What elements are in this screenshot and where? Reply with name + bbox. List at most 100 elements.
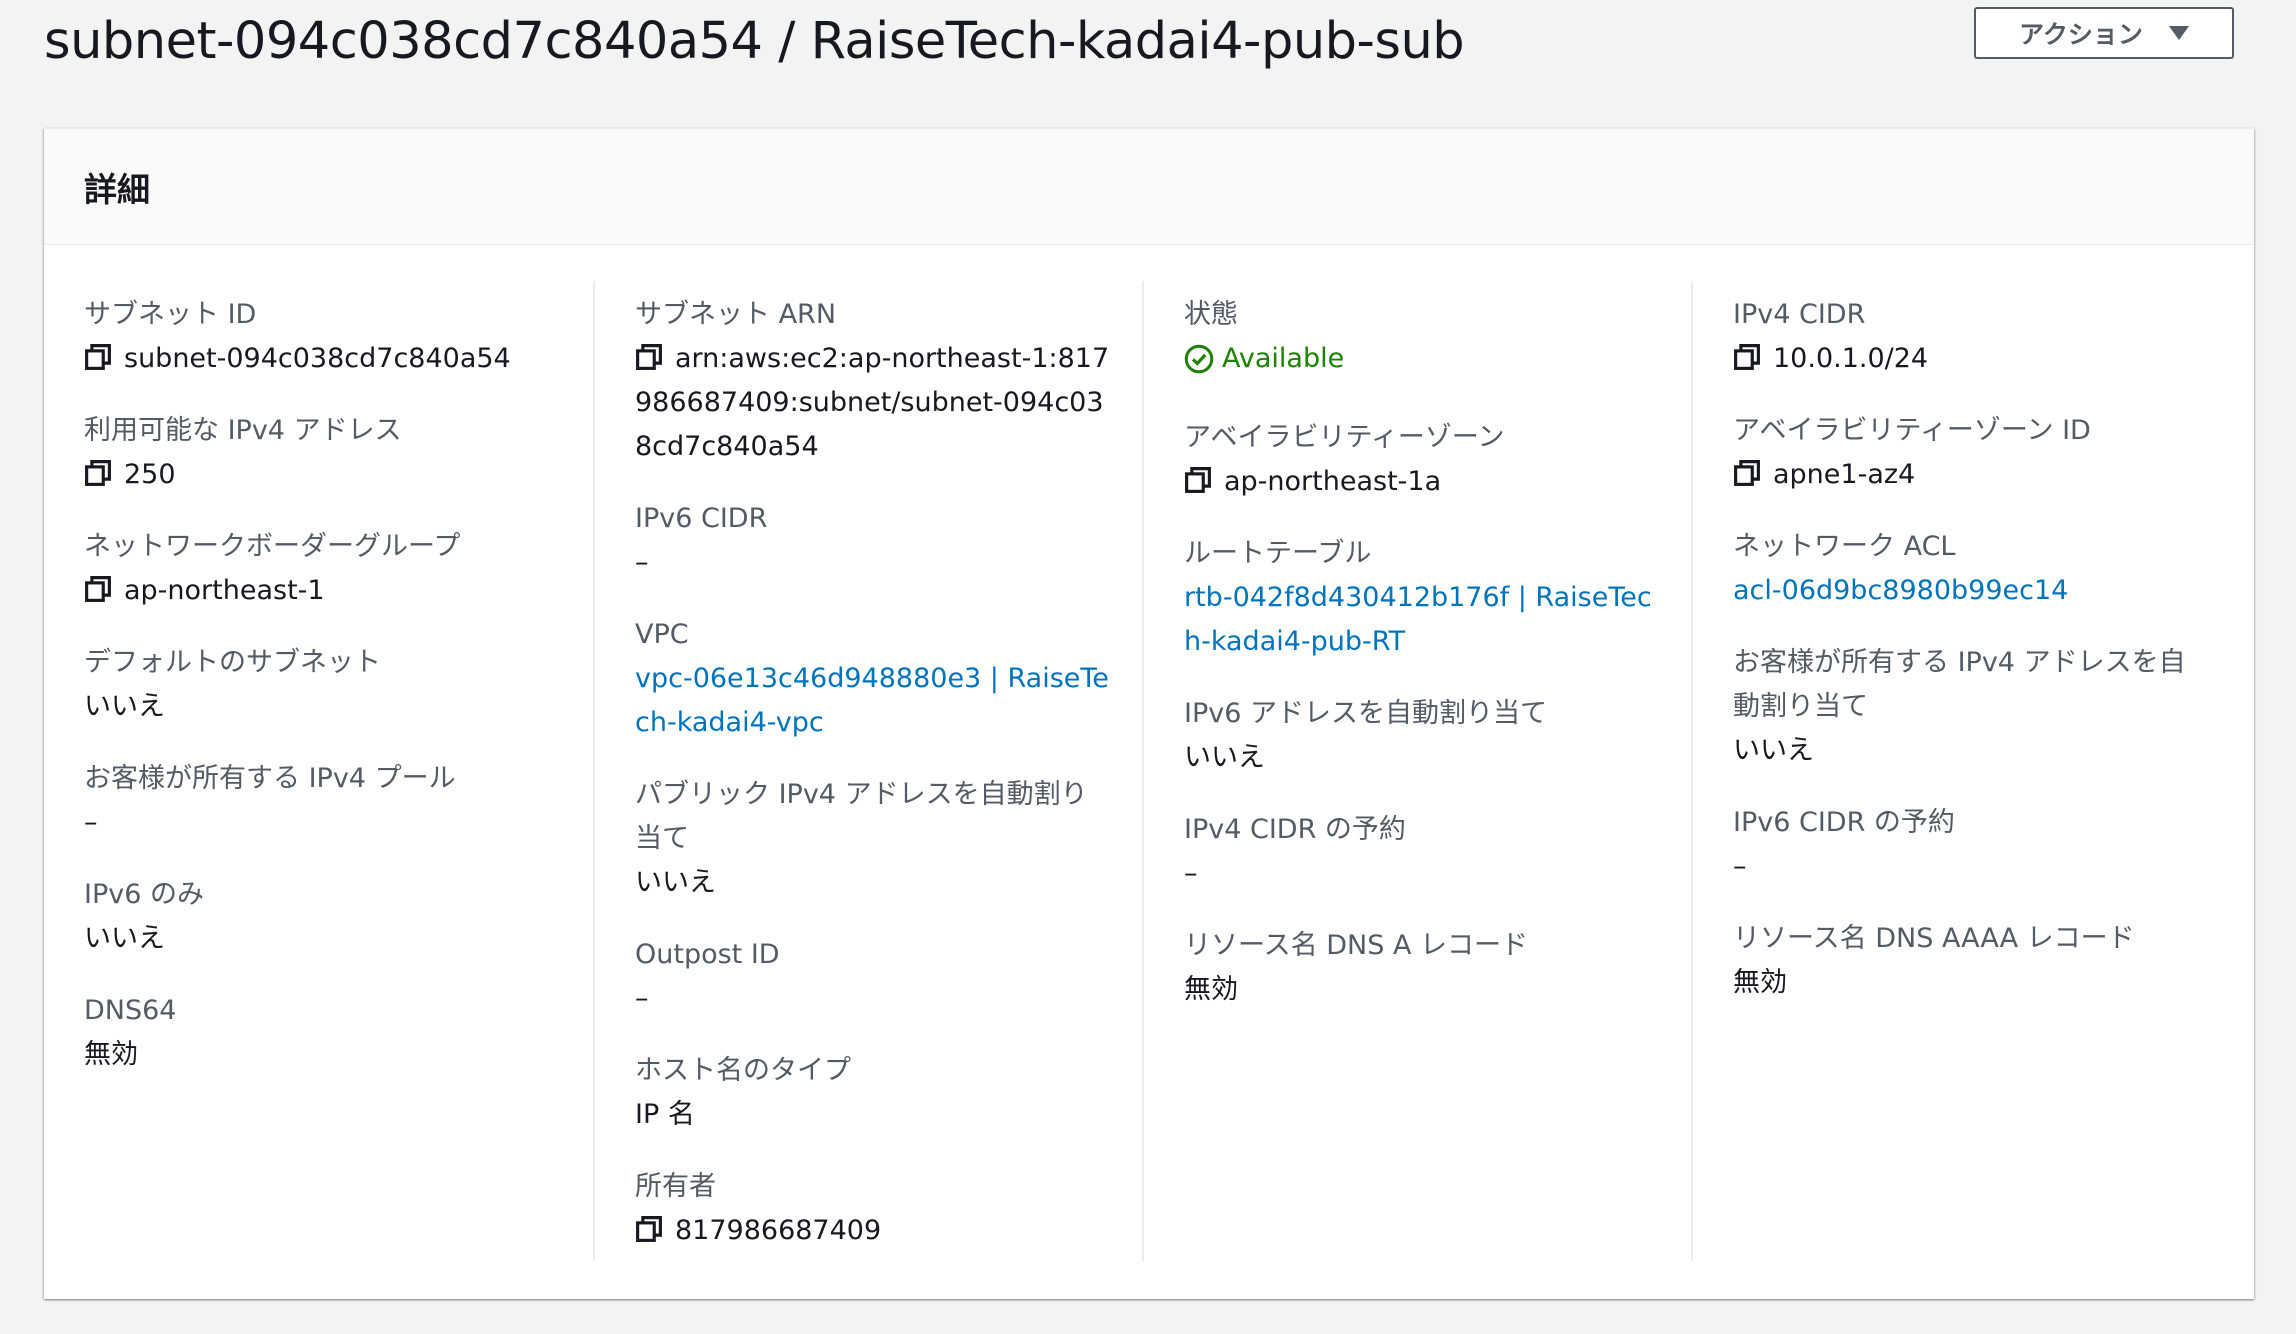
detail-field-label: ホスト名のタイプ [635, 1055, 851, 1086]
detail-field-value: subnet-094c038cd7c840a54 [84, 337, 563, 381]
copy-icon[interactable] [1733, 341, 1761, 370]
actions-dropdown-button[interactable]: アクション [1974, 7, 2234, 59]
detail-field-label: デフォルトのサブネット [84, 647, 381, 678]
copy-icon[interactable] [84, 457, 112, 486]
detail-field: ネットワーク ACL acl-06d9bc8980b99ec14 [1733, 525, 2210, 613]
detail-field-label: サブネット ID [84, 299, 257, 330]
detail-field-value: – [635, 541, 1112, 585]
actions-button-label: アクション [2019, 20, 2143, 49]
detail-field-label: リソース名 DNS A レコード [1184, 930, 1528, 961]
detail-field-value: IP 名 [635, 1093, 1112, 1137]
detail-field-value: いいえ [84, 685, 563, 729]
detail-field-value: – [1733, 845, 2210, 889]
detail-value-text: ap-northeast-1 [124, 575, 325, 606]
detail-field-value: いいえ [1184, 736, 1661, 780]
details-column: 状態 Available アベイラビリティーゾーン ap-northeast-1a ルー… [1142, 281, 1691, 1261]
detail-value-text: 817986687409 [675, 1215, 882, 1246]
detail-field: IPv4 CIDR 10.0.1.0/24 [1733, 293, 2210, 381]
detail-field: ネットワークボーダーグループ ap-northeast-1 [84, 525, 563, 613]
detail-field-value: いいえ [635, 861, 1112, 905]
detail-field-label: IPv4 CIDR [1733, 299, 1866, 330]
detail-field-label: IPv6 CIDR の予約 [1733, 807, 1955, 838]
detail-field: Outpost ID – [635, 933, 1112, 1021]
detail-field: IPv6 CIDR の予約 – [1733, 801, 2210, 889]
detail-field-label: パブリック IPv4 アドレスを自動割り当て [635, 779, 1088, 854]
detail-link[interactable]: vpc-06e13c46d948880e3 | RaiseTech-kadai4… [635, 663, 1109, 738]
detail-field: IPv6 CIDR – [635, 497, 1112, 585]
detail-field-value: vpc-06e13c46d948880e3 | RaiseTech-kadai4… [635, 657, 1112, 745]
detail-value-text: – [1733, 851, 1747, 882]
copy-icon[interactable] [635, 1213, 663, 1242]
details-columns: サブネット ID subnet-094c038cd7c840a54 利用可能な IP… [44, 245, 2254, 1267]
detail-field: DNS64 無効 [84, 989, 563, 1077]
detail-field-value: 250 [84, 453, 563, 497]
detail-link[interactable]: rtb-042f8d430412b176f | RaiseTech-kadai4… [1184, 582, 1652, 657]
detail-field-value: 無効 [84, 1033, 563, 1077]
detail-field-label: IPv6 アドレスを自動割り当て [1184, 698, 1547, 729]
detail-link[interactable]: acl-06d9bc8980b99ec14 [1733, 575, 2068, 606]
details-panel-title: 詳細 [84, 169, 150, 209]
detail-field-label: お客様が所有する IPv4 プール [84, 763, 456, 794]
detail-field: デフォルトのサブネット いいえ [84, 641, 563, 729]
detail-field: IPv6 のみいいえ [84, 873, 563, 961]
detail-value-text: いいえ [84, 691, 165, 722]
detail-field: サブネット ID subnet-094c038cd7c840a54 [84, 293, 563, 381]
detail-field-label: アベイラビリティーゾーン [1184, 422, 1505, 453]
detail-field-label: 状態 [1184, 299, 1238, 330]
detail-field-value: ap-northeast-1 [84, 569, 563, 613]
detail-field-label: ネットワークボーダーグループ [84, 531, 461, 562]
detail-field: 所有者 817986687409 [635, 1165, 1112, 1253]
detail-field-label: リソース名 DNS AAAA レコード [1733, 923, 2135, 954]
detail-field-value: – [84, 801, 563, 845]
detail-value-text: いいえ [1184, 742, 1265, 773]
detail-field: VPC vpc-06e13c46d948880e3 | RaiseTech-kad… [635, 613, 1112, 745]
detail-value-text: IP 名 [635, 1099, 695, 1130]
copy-icon[interactable] [1733, 457, 1761, 486]
detail-field: ホスト名のタイプ IP 名 [635, 1049, 1112, 1137]
detail-field: ルートテーブル rtb-042f8d430412b176f | RaiseTech… [1184, 532, 1661, 664]
detail-field-value: 10.0.1.0/24 [1733, 337, 2210, 381]
detail-value-text: 無効 [1184, 974, 1238, 1005]
detail-field-label: ルートテーブル [1184, 538, 1372, 569]
detail-field-label: 所有者 [635, 1171, 716, 1202]
detail-field-label: IPv4 CIDR の予約 [1184, 814, 1406, 845]
detail-field-value: apne1-az4 [1733, 453, 2210, 497]
detail-field-value: いいえ [84, 917, 563, 961]
detail-field-value: – [635, 977, 1112, 1021]
detail-value-text: apne1-az4 [1773, 459, 1916, 490]
details-panel-header: 詳細 [44, 129, 2254, 245]
detail-field-value: いいえ [1733, 729, 2210, 773]
detail-value-text: arn:aws:ec2:ap-northeast-1:817986687409:… [635, 343, 1110, 462]
detail-value-text: いいえ [635, 867, 716, 898]
copy-icon[interactable] [84, 341, 112, 370]
copy-icon[interactable] [84, 573, 112, 602]
details-column: IPv4 CIDR 10.0.1.0/24 アベイラビリティーゾーン ID apne1… [1691, 281, 2240, 1261]
detail-field-value: – [1184, 852, 1661, 896]
detail-field: IPv6 アドレスを自動割り当て いいえ [1184, 692, 1661, 780]
page-header: subnet-094c038cd7c840a54 / RaiseTech-kad… [44, 0, 2266, 100]
copy-icon[interactable] [635, 341, 663, 370]
status-text: Available [1222, 343, 1345, 374]
detail-field: パブリック IPv4 アドレスを自動割り当ていいえ [635, 773, 1112, 905]
detail-field-value: arn:aws:ec2:ap-northeast-1:817986687409:… [635, 337, 1112, 469]
detail-field-label: お客様が所有する IPv4 アドレスを自動割り当て [1733, 647, 2186, 722]
details-column: サブネット ARN arn:aws:ec2:ap-northeast-1:8179… [593, 281, 1142, 1261]
detail-field-value: Available [1184, 337, 1661, 388]
detail-value-text: – [1184, 858, 1198, 889]
detail-field: リソース名 DNS A レコード 無効 [1184, 924, 1661, 1012]
detail-field-label: Outpost ID [635, 939, 780, 970]
detail-field: IPv4 CIDR の予約 – [1184, 808, 1661, 896]
copy-icon[interactable] [1184, 464, 1212, 493]
page-title: subnet-094c038cd7c840a54 / RaiseTech-kad… [44, 12, 1465, 71]
detail-value-text: いいえ [1733, 735, 1814, 766]
status-available-icon [1184, 344, 1214, 374]
detail-value-text: subnet-094c038cd7c840a54 [124, 343, 511, 374]
detail-value-text: – [84, 807, 98, 838]
detail-field-value: 817986687409 [635, 1209, 1112, 1253]
detail-value-text: 250 [124, 459, 176, 490]
detail-field-label: IPv6 のみ [84, 879, 204, 910]
detail-value-text: ap-northeast-1a [1224, 466, 1442, 497]
detail-field-label: サブネット ARN [635, 299, 837, 330]
detail-field: お客様が所有する IPv4 アドレスを自動割り当ていいえ [1733, 641, 2210, 773]
detail-field: 利用可能な IPv4 アドレス 250 [84, 409, 563, 497]
